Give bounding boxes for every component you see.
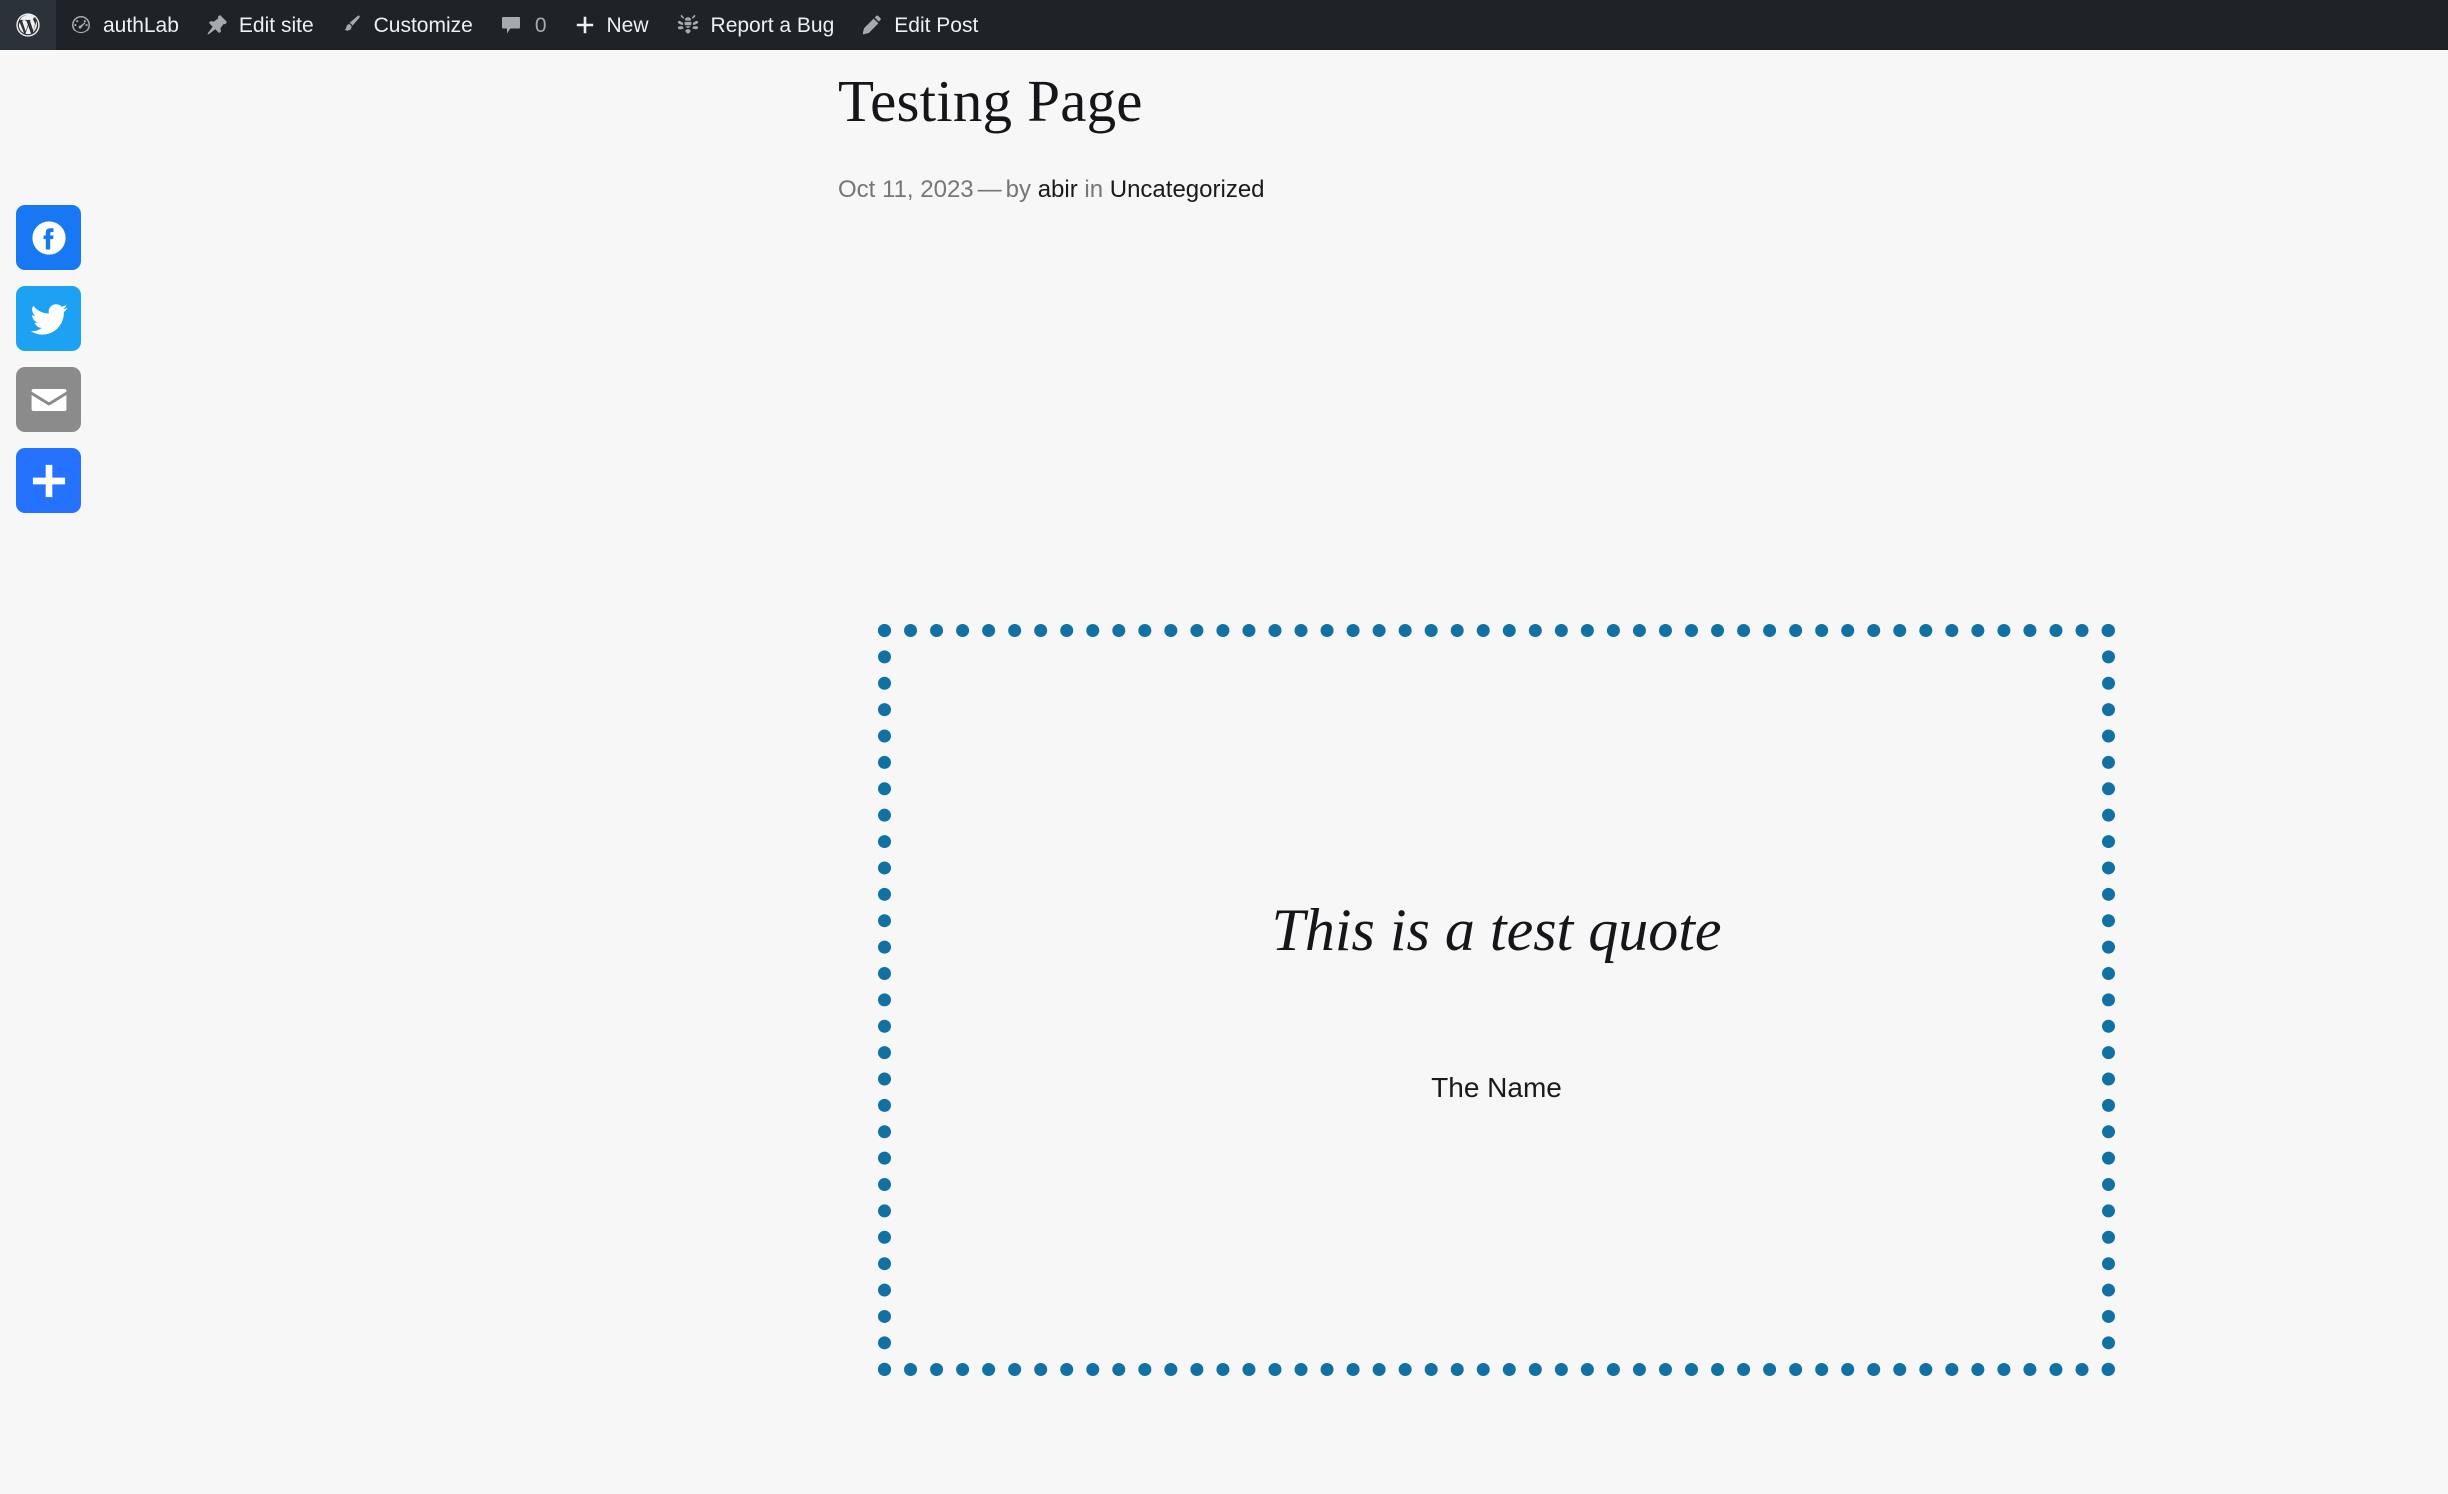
admin-bar-item-comments[interactable]: 0 [486, 0, 560, 50]
pullquote-block: This is a test quote The Name [878, 624, 2115, 1376]
facebook-icon [26, 215, 72, 261]
admin-bar-item-edit-site[interactable]: Edit site [192, 0, 327, 50]
pencil-icon [860, 13, 884, 37]
page-title: Testing Page [838, 68, 1143, 134]
share-button-facebook[interactable] [16, 205, 81, 270]
post-date: Oct 11, 2023 [838, 175, 974, 203]
plus-share-icon [28, 460, 70, 502]
admin-bar-label-edit-site: Edit site [238, 13, 314, 37]
wp-admin-bar: authLab Edit site Customize 0 New Report… [0, 0, 2448, 50]
admin-bar-label-report-a-bug: Report a Bug [710, 13, 835, 37]
pin-icon [205, 13, 229, 37]
share-button-twitter[interactable] [16, 286, 81, 351]
pullquote-quote: This is a test quote The Name [1271, 893, 1721, 1107]
post-category[interactable]: Uncategorized [1110, 176, 1265, 203]
social-share-rail [16, 205, 81, 513]
post-meta: Oct 11, 2023— by abir in Uncategorized [838, 174, 2078, 205]
share-button-email[interactable] [16, 367, 81, 432]
plus-icon [573, 13, 597, 37]
admin-bar-item-edit-post[interactable]: Edit Post [847, 0, 991, 50]
twitter-bird-icon [27, 297, 71, 341]
admin-bar-label-new-content: New [606, 13, 649, 37]
in-label: in [1084, 175, 1104, 203]
post-header: Testing Page Oct 11, 2023— by abir in Unc… [838, 50, 2078, 205]
admin-bar-label-edit-post: Edit Post [894, 13, 979, 37]
admin-bar-comment-count: 0 [534, 13, 547, 37]
post-author[interactable]: abir [1038, 176, 1078, 203]
share-button-more[interactable] [16, 448, 81, 513]
admin-bar-item-customize[interactable]: Customize [327, 0, 486, 50]
by-label: by [1005, 175, 1032, 203]
bee-icon [675, 12, 701, 38]
wordpress-logo-icon [14, 11, 42, 39]
pullquote-citation: The Name [1431, 1071, 1562, 1103]
meta-separator: — [977, 175, 1002, 203]
admin-bar-item-new-content[interactable]: New [560, 0, 662, 50]
comment-bubble-icon [499, 13, 523, 37]
admin-bar-item-wp-logo[interactable] [0, 0, 56, 50]
admin-bar-item-report-a-bug[interactable]: Report a Bug [662, 0, 848, 50]
admin-bar-item-site-name[interactable]: authLab [56, 0, 192, 50]
envelope-icon [27, 378, 71, 422]
admin-bar-label-site-name: authLab [103, 13, 179, 37]
dashboard-icon [69, 13, 93, 37]
admin-bar-label-customize: Customize [373, 13, 473, 37]
pullquote-text: This is a test quote [1271, 896, 1722, 963]
paintbrush-icon [340, 13, 364, 37]
